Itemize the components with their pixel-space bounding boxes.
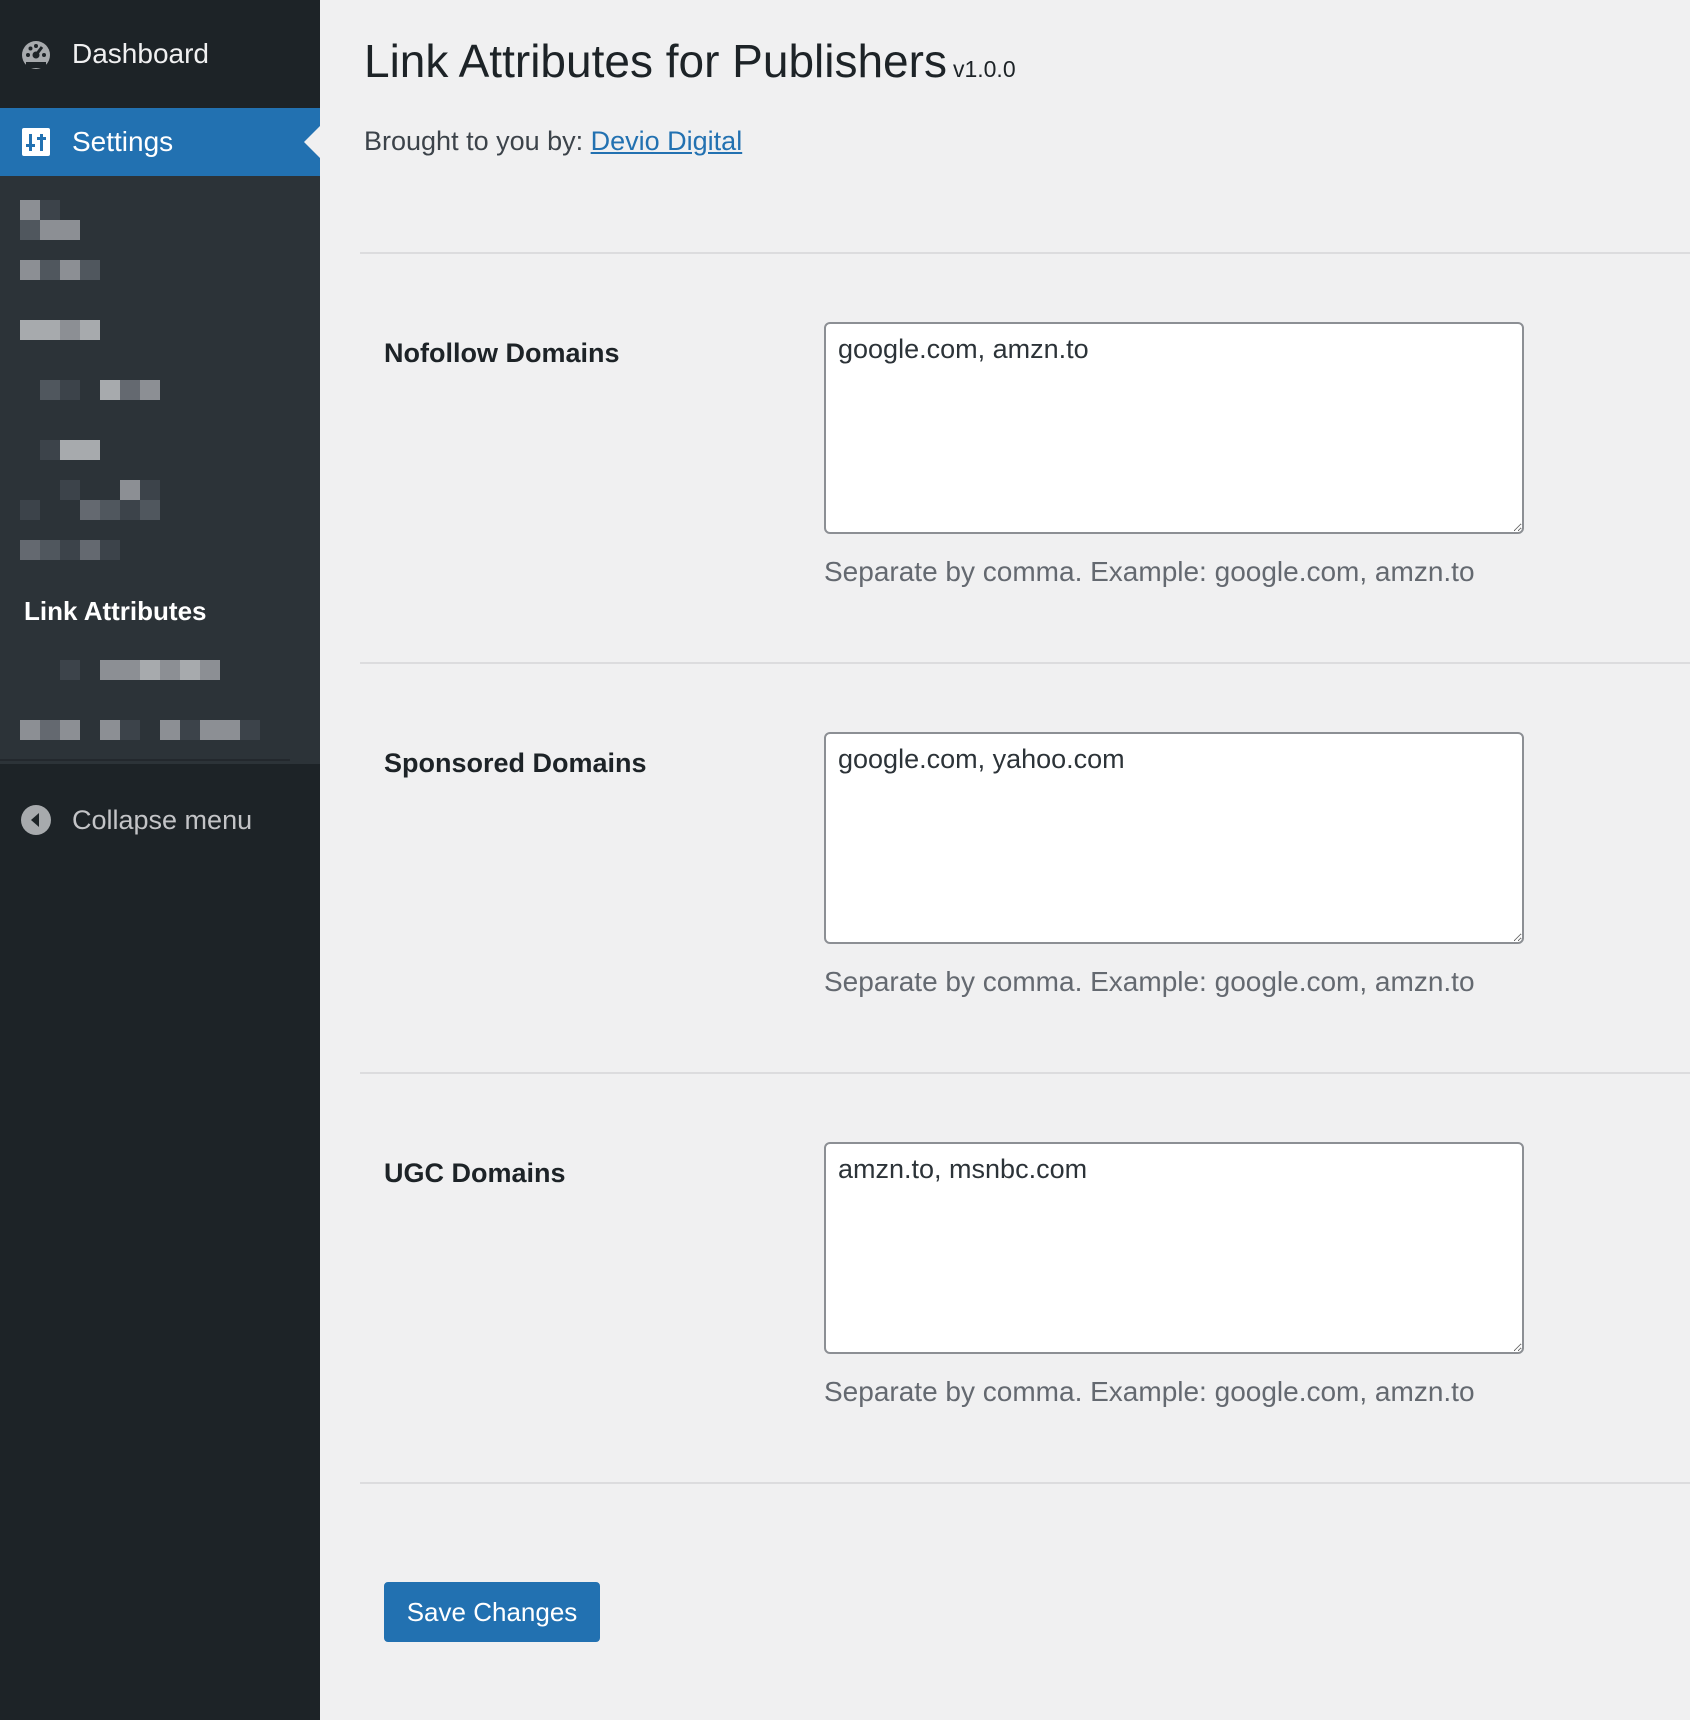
- section-divider: [360, 662, 1690, 664]
- section-divider: [360, 1072, 1690, 1074]
- dashboard-icon: [20, 38, 52, 70]
- admin-sidebar: Dashboard Settings Link Attributes Colla…: [0, 0, 320, 1720]
- nofollow-domains-description: Separate by comma. Example: google.com, …: [824, 556, 1475, 587]
- nofollow-domains-textarea[interactable]: google.com, amzn.to: [824, 322, 1524, 534]
- sidebar-submenu-link-attributes[interactable]: Link Attributes: [24, 596, 206, 627]
- save-changes-button[interactable]: Save Changes: [384, 1582, 600, 1642]
- ugc-domains-label: UGC Domains: [384, 1158, 566, 1188]
- sponsored-domains-textarea[interactable]: google.com, yahoo.com: [824, 732, 1524, 944]
- byline: Brought to you by: Devio Digital: [364, 126, 742, 157]
- sidebar-item-settings[interactable]: Settings: [0, 108, 320, 176]
- collapse-menu-button[interactable]: Collapse menu: [0, 790, 320, 850]
- page-title-text: Link Attributes for Publishers: [364, 35, 947, 87]
- settings-page: Link Attributes for Publishers v1.0.0 Bro…: [320, 0, 1690, 1720]
- section-divider: [360, 252, 1690, 254]
- nofollow-domains-label: Nofollow Domains: [384, 338, 620, 368]
- section-divider: [360, 1482, 1690, 1484]
- sponsored-domains-description: Separate by comma. Example: google.com, …: [824, 966, 1475, 997]
- version-badge: v1.0.0: [952, 56, 1016, 82]
- page-title: Link Attributes for Publishers v1.0.0: [364, 34, 1016, 88]
- collapse-arrow-icon: [20, 804, 52, 836]
- redacted-submenu-item[interactable]: [20, 200, 100, 220]
- redacted-submenu-item[interactable]: [20, 720, 260, 740]
- submenu-divider: [0, 759, 290, 761]
- collapse-menu-label: Collapse menu: [72, 804, 253, 835]
- sponsored-domains-label: Sponsored Domains: [384, 748, 647, 778]
- redacted-submenu-item[interactable]: [20, 660, 220, 680]
- redacted-submenu-item[interactable]: [20, 320, 100, 340]
- sidebar-item-dashboard[interactable]: Dashboard: [0, 0, 320, 108]
- sidebar-item-label: Settings: [72, 126, 174, 157]
- redacted-submenu-item[interactable]: [20, 480, 160, 500]
- ugc-domains-textarea[interactable]: amzn.to, msnbc.com: [824, 1142, 1524, 1354]
- devio-digital-link[interactable]: Devio Digital: [591, 126, 743, 156]
- byline-prefix: Brought to you by:: [364, 126, 591, 156]
- redacted-submenu-item[interactable]: [20, 260, 100, 280]
- redacted-submenu-item[interactable]: [20, 540, 120, 560]
- settings-submenu: Link Attributes: [0, 176, 320, 764]
- redacted-submenu-item[interactable]: [20, 220, 80, 240]
- redacted-submenu-item[interactable]: [20, 500, 160, 520]
- redacted-submenu-item[interactable]: [20, 380, 160, 400]
- sidebar-item-label: Dashboard: [72, 38, 209, 69]
- settings-icon: [20, 126, 52, 158]
- ugc-domains-description: Separate by comma. Example: google.com, …: [824, 1376, 1475, 1407]
- redacted-submenu-item[interactable]: [20, 440, 100, 460]
